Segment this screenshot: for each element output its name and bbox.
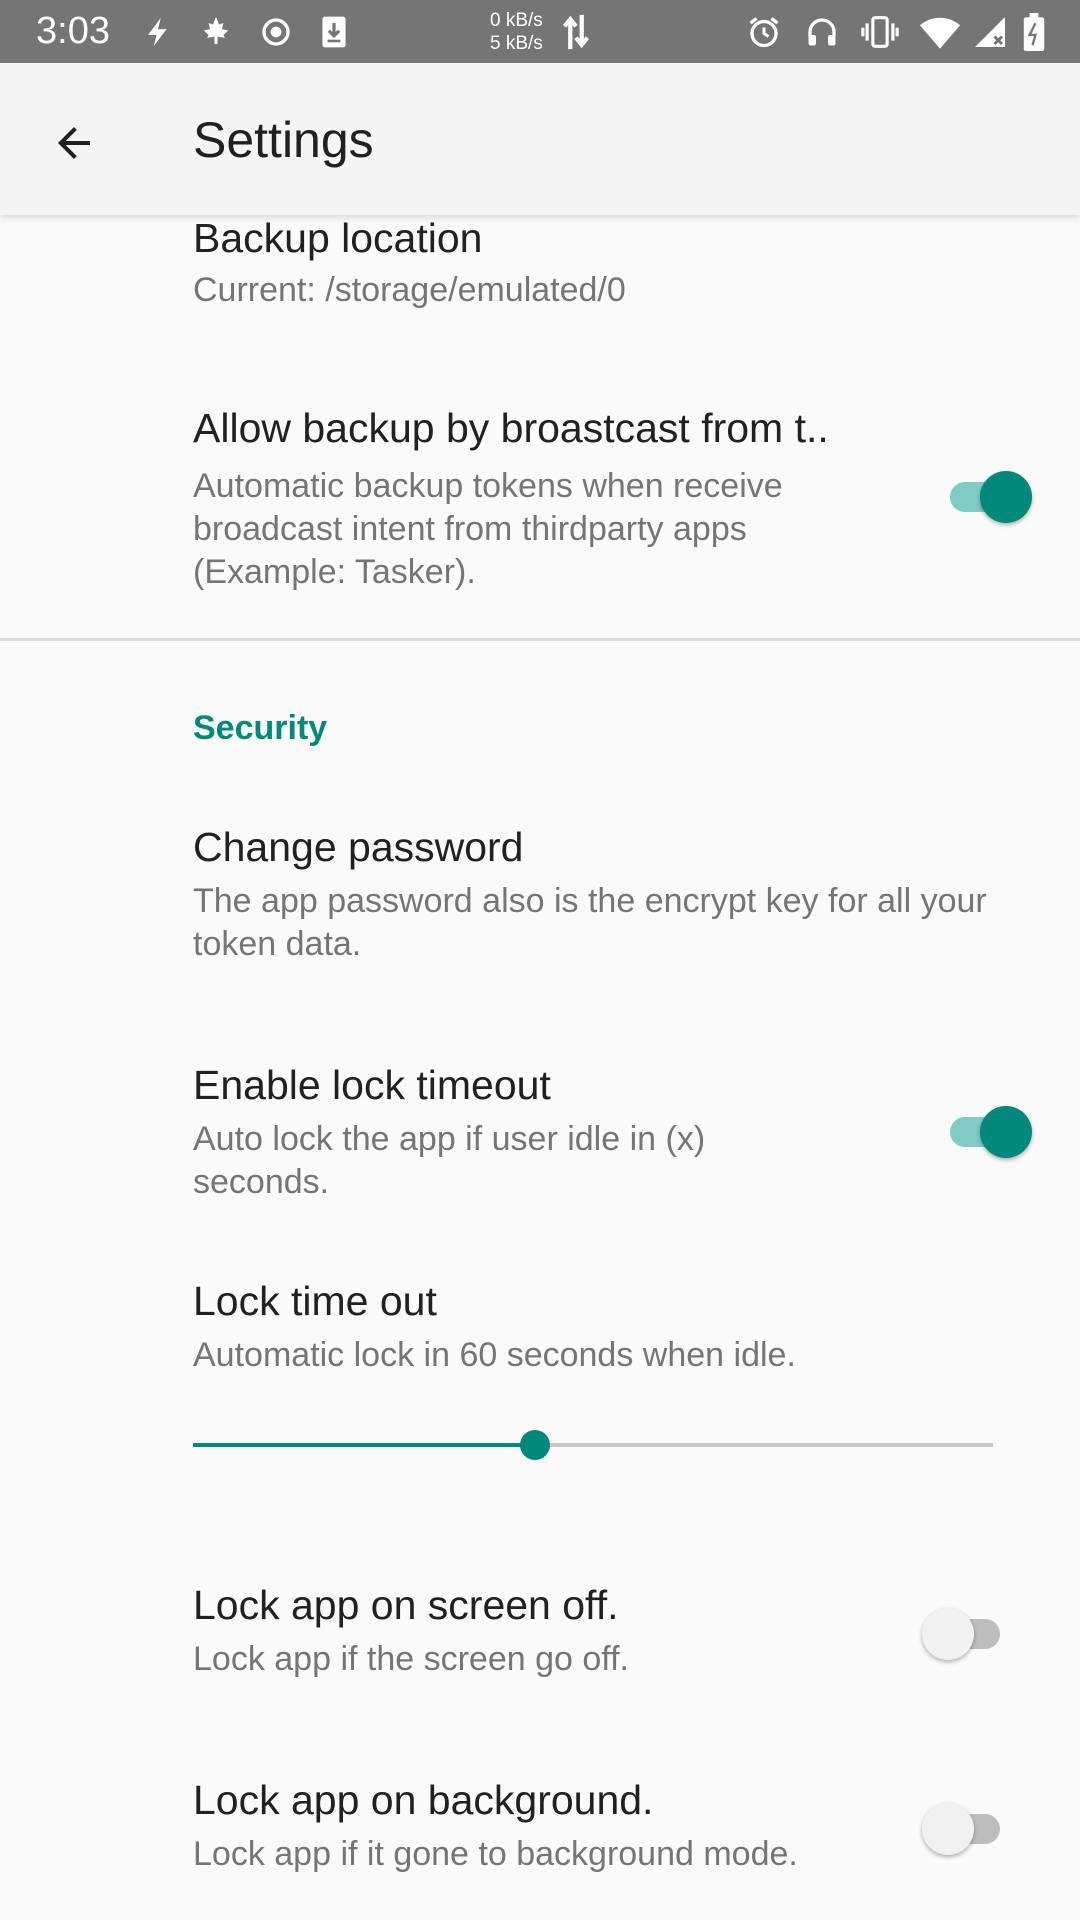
- alarm-icon: [744, 12, 784, 52]
- switch-thumb: [980, 471, 1032, 523]
- battery-icon: [1014, 12, 1054, 52]
- pref-title: Lock app on screen off.: [193, 1582, 619, 1628]
- back-button[interactable]: [34, 103, 114, 183]
- arrow-back-icon: [58, 127, 90, 159]
- pref-summary: Automatic lock in 60 seconds when idle.: [193, 1336, 796, 1374]
- pref-title: Enable lock timeout: [193, 1062, 551, 1108]
- pref-title: Allow backup by broastcast from t..: [193, 405, 829, 451]
- lock-timeout-switch[interactable]: [940, 1104, 1032, 1160]
- pref-title: Lock time out: [193, 1278, 437, 1324]
- switch-thumb: [922, 1803, 974, 1855]
- pref-title: Change password: [193, 824, 524, 870]
- wifi-icon: [920, 12, 960, 52]
- pref-title: Lock app on background.: [193, 1777, 654, 1823]
- pref-enable-lock-timeout[interactable]: Enable lock timeout Auto lock the app if…: [0, 1050, 1080, 1230]
- speed-up-label: 5 kB/s: [490, 33, 543, 54]
- pref-change-password[interactable]: Change password The app password also is…: [0, 812, 1080, 992]
- pref-summary: Auto lock the app if user idle in (x) se…: [193, 1120, 706, 1201]
- transfer-arrows-icon: [556, 12, 596, 52]
- app-bar: Settings: [0, 63, 1080, 215]
- section-divider: [0, 638, 1080, 641]
- pref-summary: Lock app if the screen go off.: [193, 1640, 629, 1678]
- page-title: Settings: [193, 112, 374, 168]
- slider-fill: [193, 1443, 535, 1447]
- broadcast-backup-switch[interactable]: [940, 469, 1032, 525]
- slider-thumb[interactable]: [520, 1430, 550, 1460]
- pref-summary: Automatic backup tokens when receive bro…: [193, 467, 783, 591]
- pref-allow-broadcast-backup[interactable]: Allow backup by broastcast from t.. Auto…: [0, 395, 1080, 605]
- maple-leaf-icon: [196, 12, 236, 52]
- pref-title: Backup location: [193, 215, 483, 261]
- download-icon: [314, 12, 354, 52]
- pref-lock-time-out[interactable]: Lock time out Automatic lock in 60 secon…: [0, 1268, 1080, 1388]
- flash-icon: [138, 12, 178, 52]
- switch-thumb: [922, 1608, 974, 1660]
- pref-lock-on-background[interactable]: Lock app on background. Lock app if it g…: [0, 1765, 1080, 1915]
- pref-summary: The app password also is the encrypt key…: [193, 882, 987, 963]
- headphones-icon: [802, 12, 842, 52]
- vibrate-icon: [860, 12, 900, 52]
- signal-icon: [970, 12, 1010, 52]
- status-bar: 3:03 0 kB/s 5 kB/s: [0, 0, 1080, 63]
- lock-background-switch[interactable]: [922, 1801, 1012, 1857]
- category-security: Security: [193, 709, 328, 747]
- network-speed: 0 kB/s 5 kB/s: [490, 9, 543, 55]
- lock-screen-off-switch[interactable]: [922, 1606, 1012, 1662]
- record-icon: [256, 12, 296, 52]
- switch-thumb: [980, 1106, 1032, 1158]
- pref-summary: Lock app if it gone to background mode.: [193, 1835, 798, 1873]
- lock-time-slider[interactable]: [193, 1430, 993, 1460]
- status-time: 3:03: [36, 10, 110, 52]
- pref-backup-location[interactable]: Backup location Current: /storage/emulat…: [0, 205, 1080, 345]
- speed-down-label: 0 kB/s: [490, 10, 543, 31]
- pref-lock-on-screen-off[interactable]: Lock app on screen off. Lock app if the …: [0, 1570, 1080, 1720]
- pref-summary: Current: /storage/emulated/0: [193, 271, 626, 309]
